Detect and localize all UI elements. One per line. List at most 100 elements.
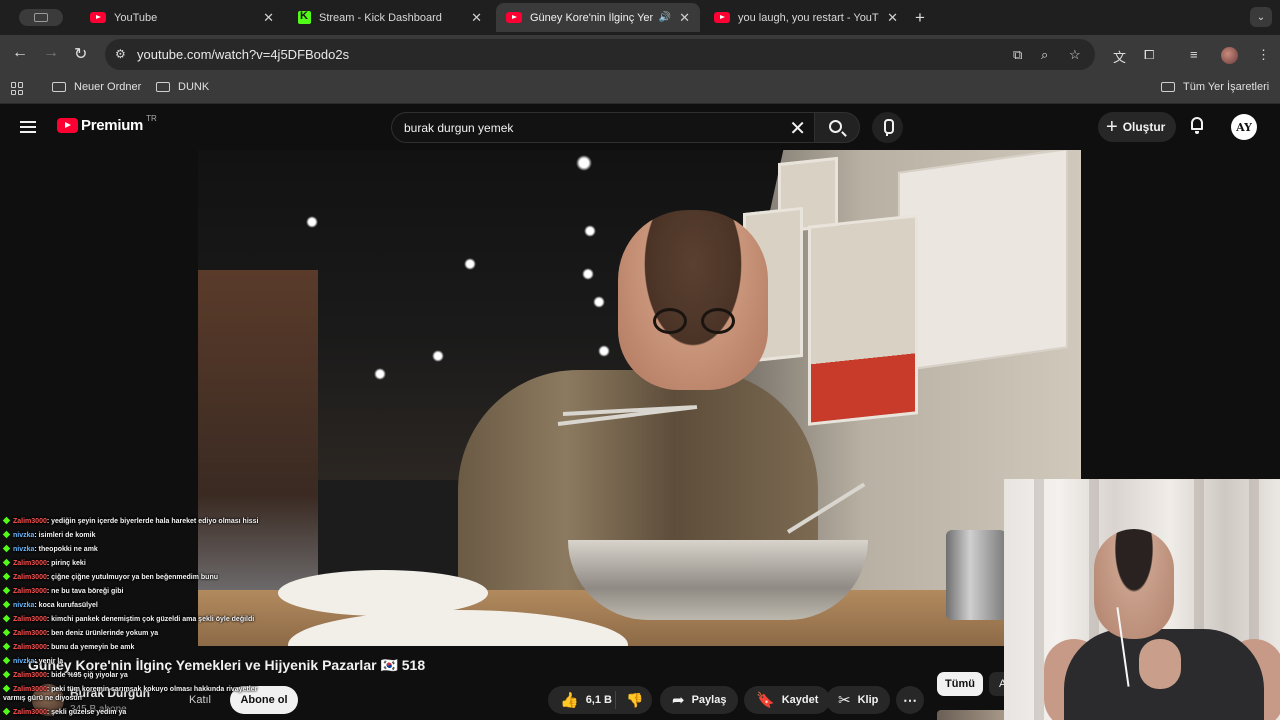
kick-badge-icon: [2, 642, 11, 651]
video-scene-head: [618, 210, 768, 390]
address-bar[interactable]: ⚙ youtube.com/watch?v=4j5DFBodo2s ⧉ ⌕ ☆: [105, 39, 1095, 70]
kick-badge-icon: [2, 684, 11, 693]
new-tab-button[interactable]: +: [915, 8, 925, 28]
share-button[interactable]: ➦ Paylaş: [660, 686, 739, 714]
like-button[interactable]: 👍 6,1 B: [548, 691, 616, 709]
webcam-person-head: [1094, 529, 1174, 639]
ceiling-light: [374, 368, 386, 380]
plus-icon: +: [1106, 115, 1118, 138]
site-info-icon[interactable]: ⚙: [115, 47, 126, 61]
chat-message: Zalim3000: bide %95 çiğ yiyolar ya: [2, 670, 128, 680]
webcam-person-hand: [1139, 639, 1181, 689]
bookmark-label: DUNK: [178, 81, 210, 93]
more-actions-button[interactable]: ⋯: [896, 686, 924, 714]
chevron-down-icon: ⌄: [1256, 11, 1266, 23]
translate-icon[interactable]: 文: [1113, 47, 1126, 66]
ceiling-light: [584, 225, 596, 237]
bookmark-folder-dunk[interactable]: DUNK: [156, 81, 209, 93]
bookmarks-bar: Neuer Ordner DUNK Tüm Yer İşaretleri: [0, 74, 1280, 104]
share-icon: ➦: [672, 692, 685, 709]
menu-icon[interactable]: [20, 121, 36, 133]
chip-all[interactable]: Tümü: [937, 672, 983, 696]
create-button[interactable]: + Oluştur: [1098, 112, 1176, 142]
zoom-icon[interactable]: ⌕: [1041, 47, 1048, 63]
stream-chat-overlay: Zalim3000: yediğin şeyin içerde biyerler…: [0, 500, 300, 720]
close-icon[interactable]: ✕: [679, 10, 690, 26]
reload-button[interactable]: ↻: [74, 44, 87, 64]
apps-grid-icon[interactable]: [11, 82, 24, 95]
ceiling-light: [432, 350, 444, 362]
youtube-header: Premium TR burak durgun yemek ✕ + Oluştu…: [0, 104, 1280, 150]
chat-message: Zalim3000: pirinç keki: [2, 558, 86, 568]
chat-message: nivzka: isimleri de komik: [2, 530, 96, 540]
chat-message: Zalim3000: kimchi pankek denemiştim çok …: [2, 614, 254, 624]
voice-search-button[interactable]: [872, 112, 903, 143]
clip-button[interactable]: ✂ Klip: [826, 686, 891, 714]
search-box[interactable]: burak durgun yemek ✕: [391, 112, 814, 143]
bookmark-folder-neuer-ordner[interactable]: Neuer Ordner: [52, 81, 141, 93]
close-icon[interactable]: ✕: [887, 10, 898, 26]
tab-you-laugh[interactable]: you laugh, you restart - YouTube ✕: [704, 3, 908, 32]
speaker-icon[interactable]: 🔊: [659, 12, 671, 23]
search-button[interactable]: [814, 112, 860, 143]
kick-badge-icon: [2, 530, 11, 539]
video-player[interactable]: [198, 150, 1081, 646]
video-scene-cup: [946, 530, 1006, 620]
bookmark-star-icon[interactable]: ☆: [1069, 47, 1081, 63]
kick-badge-icon: [2, 628, 11, 637]
tab-current-video[interactable]: Güney Kore'nin İlginç Yemekleri 🔊 ✕: [496, 3, 700, 32]
youtube-play-icon: [57, 118, 78, 133]
ceiling-light: [593, 296, 605, 308]
search-input[interactable]: burak durgun yemek: [404, 121, 513, 135]
tab-search-button[interactable]: ⌄: [1250, 7, 1272, 27]
notifications-bell-icon[interactable]: [1189, 116, 1205, 134]
kick-badge-icon: [2, 600, 11, 609]
chat-message: Zalim3000: çiğne çiğne yutulmuyor ya ben…: [2, 572, 218, 582]
tab-title: you laugh, you restart - YouTube: [738, 11, 879, 24]
recommended-thumbnail[interactable]: [937, 710, 1007, 720]
youtube-icon: [90, 12, 106, 23]
clear-search-icon[interactable]: ✕: [789, 116, 806, 141]
youtube-premium-logo[interactable]: Premium TR: [57, 114, 157, 134]
browser-toolbar: ← → ↻ ⚙ youtube.com/watch?v=4j5DFBodo2s …: [0, 35, 1280, 74]
media-control-icon[interactable]: ≡: [1190, 47, 1198, 62]
back-button[interactable]: ←: [12, 44, 28, 62]
chat-message: Zalim3000: yediğin şeyin içerde biyerler…: [2, 516, 259, 526]
save-label: Kaydet: [781, 694, 819, 706]
kick-badge-icon: [2, 516, 11, 525]
video-scene-poster: [808, 214, 918, 426]
bookmark-icon: 🔖: [756, 692, 775, 709]
all-bookmarks[interactable]: Tüm Yer İşaretleri: [1161, 81, 1269, 93]
close-icon[interactable]: ✕: [263, 10, 274, 26]
thumbs-down-icon: 👎: [626, 691, 644, 708]
more-menu-icon[interactable]: ⋮: [1257, 47, 1270, 63]
forward-button[interactable]: →: [43, 44, 59, 62]
logo-word: Premium: [81, 117, 144, 134]
tab-strip: YouTube ✕ Stream - Kick Dashboard ✕ Güne…: [0, 0, 1280, 35]
close-icon[interactable]: ✕: [471, 10, 482, 26]
tab-groups-button[interactable]: [19, 9, 63, 26]
account-avatar[interactable]: AY: [1231, 114, 1257, 140]
tab-youtube[interactable]: YouTube ✕: [80, 3, 284, 32]
save-button[interactable]: 🔖 Kaydet: [744, 686, 831, 714]
tab-title: YouTube: [114, 11, 158, 24]
chat-message: Zalim3000: bunu da yemeyin be amk: [2, 642, 134, 652]
kick-badge-icon: [2, 572, 11, 581]
ceiling-light: [582, 268, 594, 280]
url-text: youtube.com/watch?v=4j5DFBodo2s: [137, 47, 350, 62]
extensions-icon[interactable]: ⧠: [1144, 47, 1154, 63]
like-count: 6,1 B: [585, 694, 612, 706]
window-icon: [34, 13, 48, 22]
chat-message: nivzka: yenir la: [2, 656, 63, 666]
curtain-fold: [1034, 479, 1044, 720]
profile-avatar[interactable]: [1221, 47, 1238, 64]
video-scene-bowl: [568, 540, 868, 620]
folder-icon: [1161, 82, 1175, 92]
dislike-button[interactable]: 👎: [616, 692, 643, 709]
folder-icon: [156, 82, 170, 92]
ceiling-light: [306, 216, 318, 228]
video-scene-menu-board: [898, 150, 1068, 372]
install-app-icon[interactable]: ⧉: [1013, 47, 1022, 63]
youtube-icon: [506, 12, 522, 23]
tab-kick-dashboard[interactable]: Stream - Kick Dashboard ✕: [288, 3, 492, 32]
